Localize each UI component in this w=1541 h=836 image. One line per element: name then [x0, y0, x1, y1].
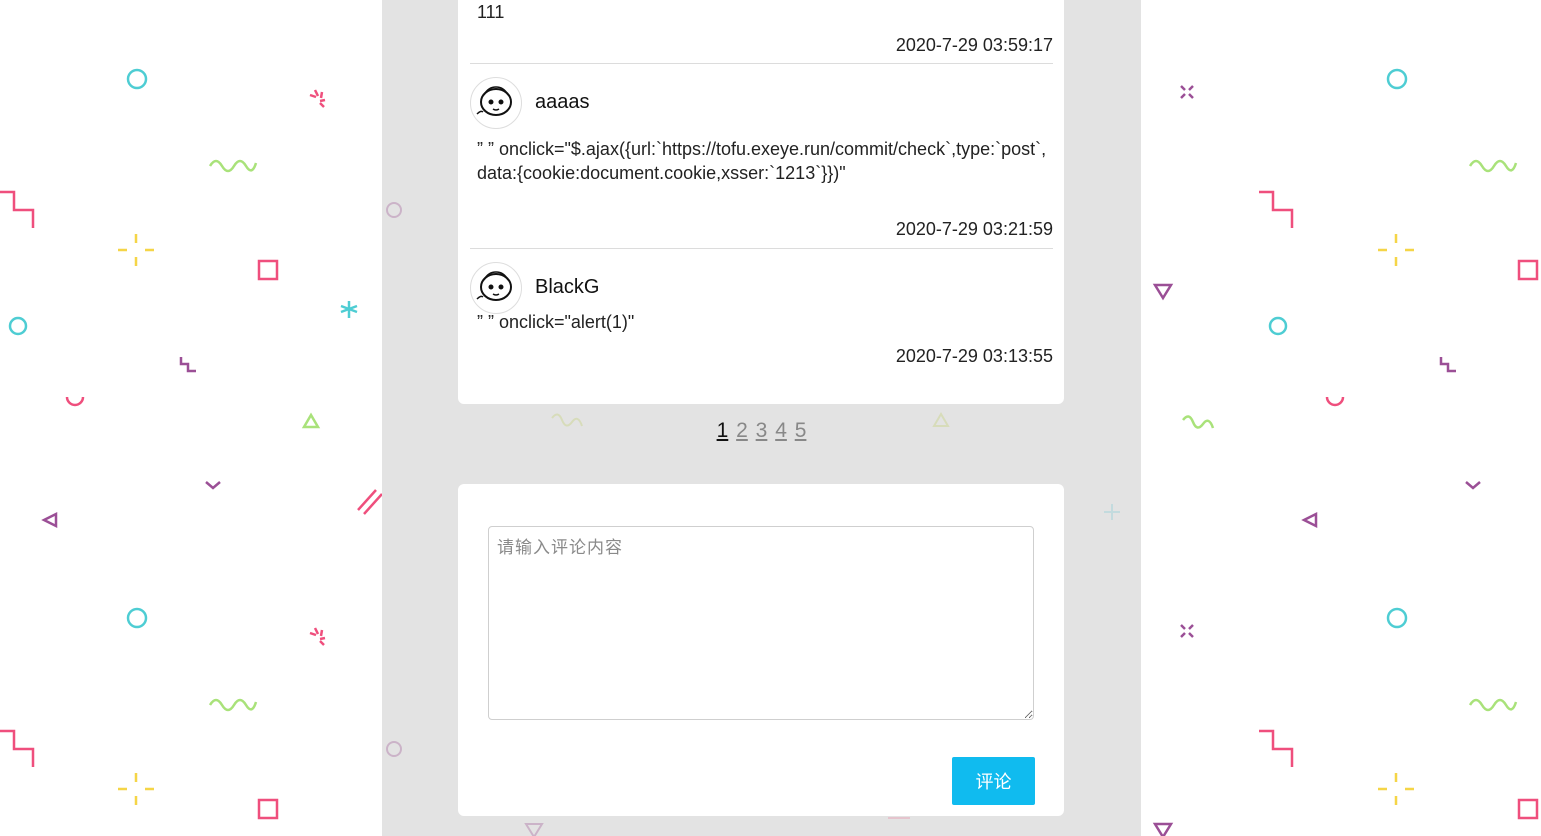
comment-content: ” ” onclick="alert(1)" — [477, 312, 635, 332]
comment-divider — [470, 248, 1053, 249]
page-link-3[interactable]: 3 — [756, 419, 768, 442]
page-link-5[interactable]: 5 — [795, 419, 807, 442]
comment-content: ” ” onclick="$.ajax({url:`https://tofu.e… — [477, 139, 1047, 183]
comment-username[interactable]: BlackG — [535, 276, 599, 299]
comment-item: aaaas ” ” onclick="$.ajax({url:`https://… — [470, 77, 1053, 239]
content-column: 111 2020-7-29 03:59:17 aaaas ” ” onclick… — [382, 0, 1141, 836]
submit-comment-button[interactable]: 评论 — [952, 757, 1035, 805]
comment-item: 111 2020-7-29 03:59:17 — [470, 0, 1053, 62]
avatar[interactable] — [470, 77, 522, 129]
page-link-2[interactable]: 2 — [736, 419, 748, 442]
comment-date: 2020-7-29 03:21:59 — [895, 219, 1053, 239]
page-link-1[interactable]: 1 — [717, 419, 729, 442]
comment-divider — [470, 63, 1053, 64]
pagination: 1 2 3 4 5 — [382, 419, 1141, 443]
avatar[interactable] — [470, 262, 522, 314]
comment-content: 111 — [477, 2, 505, 22]
comment-item: BlackG ” ” onclick="alert(1)" 2020-7-29 … — [470, 262, 1053, 392]
comment-date: 2020-7-29 03:13:55 — [895, 346, 1053, 366]
cartoon-face-icon — [476, 271, 512, 301]
page-link-4[interactable]: 4 — [775, 419, 787, 442]
comment-input[interactable] — [488, 526, 1034, 720]
comments-card: 111 2020-7-29 03:59:17 aaaas ” ” onclick… — [458, 0, 1064, 404]
cartoon-face-icon — [476, 86, 512, 116]
comment-form: 评论 — [458, 484, 1064, 816]
comment-username[interactable]: aaaas — [535, 91, 590, 114]
comment-date: 2020-7-29 03:59:17 — [895, 35, 1053, 55]
